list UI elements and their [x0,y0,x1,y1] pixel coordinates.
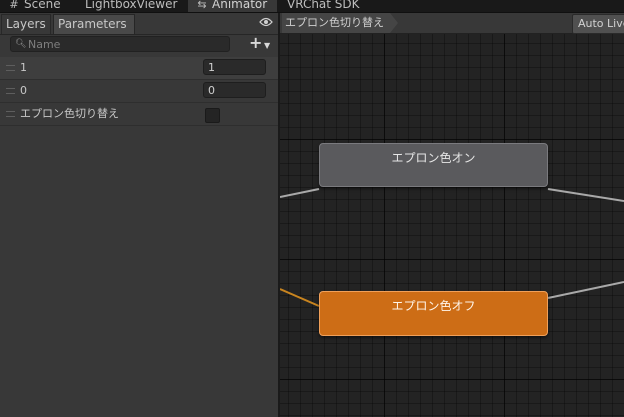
parameter-name: エプロン色切り替え [20,107,119,120]
state-node[interactable]: エプロン色オン [319,143,548,187]
drag-handle-icon[interactable] [6,65,15,71]
tab-scene-label: Scene [24,0,61,11]
tab-parameters[interactable]: Parameters [53,14,135,34]
tab-layers[interactable]: Layers [1,14,51,34]
chevron-down-icon: ▼ [264,41,271,50]
tab-divider [0,34,278,35]
animator-icon: ⇆ [197,0,207,11]
parameter-row[interactable]: エプロン色切り替え [0,103,278,126]
state-label: エプロン色オン [391,151,476,165]
state-label: エプロン色オフ [391,299,476,313]
tab-lightbox-viewer-label: LightboxViewer [85,0,178,11]
tab-lightbox-viewer[interactable]: LightboxViewer [85,0,177,12]
auto-live-link-button[interactable]: Auto Live Link [572,14,624,34]
parameter-name: 0 [20,84,27,97]
parameter-value-field[interactable] [203,82,266,98]
tab-vrchat-sdk[interactable]: VRChat SDK [287,0,360,12]
tab-scene[interactable]: # Scene [8,0,61,12]
graph-toolbar: エプロン色切り替え Auto Live Link [280,13,624,34]
drag-handle-icon[interactable] [6,111,15,117]
transition-line[interactable] [547,188,624,202]
default-state-node[interactable]: エプロン色オフ [319,291,548,336]
parameter-value-field[interactable] [203,59,266,75]
editor-tab-strip: # Scene LightboxViewer ⇆ Animator VRChat S… [0,0,624,13]
drag-handle-icon[interactable] [6,88,15,94]
parameter-checkbox[interactable] [205,108,220,123]
parameters-panel: Layers Parameters 🔍︎ +▼ 1 0 エプロン色切り替え [0,13,278,417]
transition-line[interactable] [547,281,624,299]
transition-lines [280,188,624,307]
parameter-row[interactable]: 0 [0,80,278,103]
parameter-row[interactable]: 1 [0,57,278,80]
search-icon: 🔍︎ [15,39,27,49]
search-input[interactable] [28,37,223,51]
eye-icon[interactable] [259,16,273,31]
plus-icon: + [249,33,263,52]
grid-icon: # [9,0,19,11]
tab-vrchat-sdk-label: VRChat SDK [287,0,360,11]
entry-transition-line[interactable] [280,288,320,307]
breadcrumb[interactable]: エプロン色切り替え [282,13,398,33]
parameter-name: 1 [20,61,27,74]
tab-animator-label: Animator [212,0,268,11]
add-parameter-button[interactable]: + ▼ [249,35,273,51]
transition-line[interactable] [280,188,320,198]
tab-animator[interactable]: ⇆ Animator [188,0,278,12]
search-field[interactable]: 🔍︎ [10,36,230,52]
